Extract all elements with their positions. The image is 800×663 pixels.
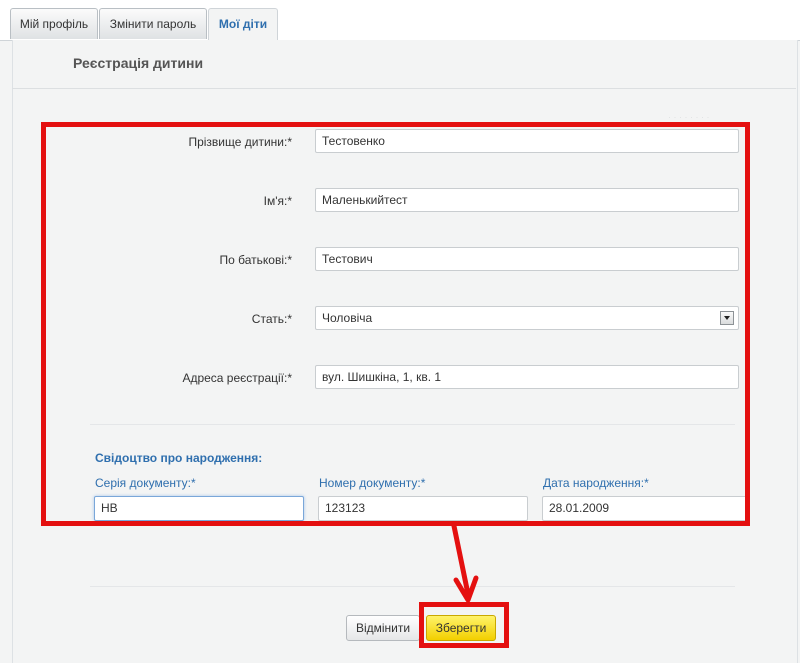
form-highlight-frame xyxy=(41,122,750,526)
title-divider xyxy=(12,88,796,89)
watermark: · · · · · · · · xyxy=(668,112,710,122)
page-title: Реєстрація дитини xyxy=(73,55,204,71)
tab-change-password[interactable]: Змінити пароль xyxy=(99,8,207,39)
tab-my-children[interactable]: Мої діти xyxy=(208,8,278,41)
tab-my-profile[interactable]: Мій профіль xyxy=(10,8,98,39)
save-highlight-frame xyxy=(419,602,509,648)
cancel-button[interactable]: Відмінити xyxy=(346,615,420,641)
annotation-arrow-icon xyxy=(451,524,479,603)
tab-bar: Мій профіль Змінити пароль Мої діти xyxy=(0,0,800,41)
actions-divider xyxy=(90,586,735,587)
